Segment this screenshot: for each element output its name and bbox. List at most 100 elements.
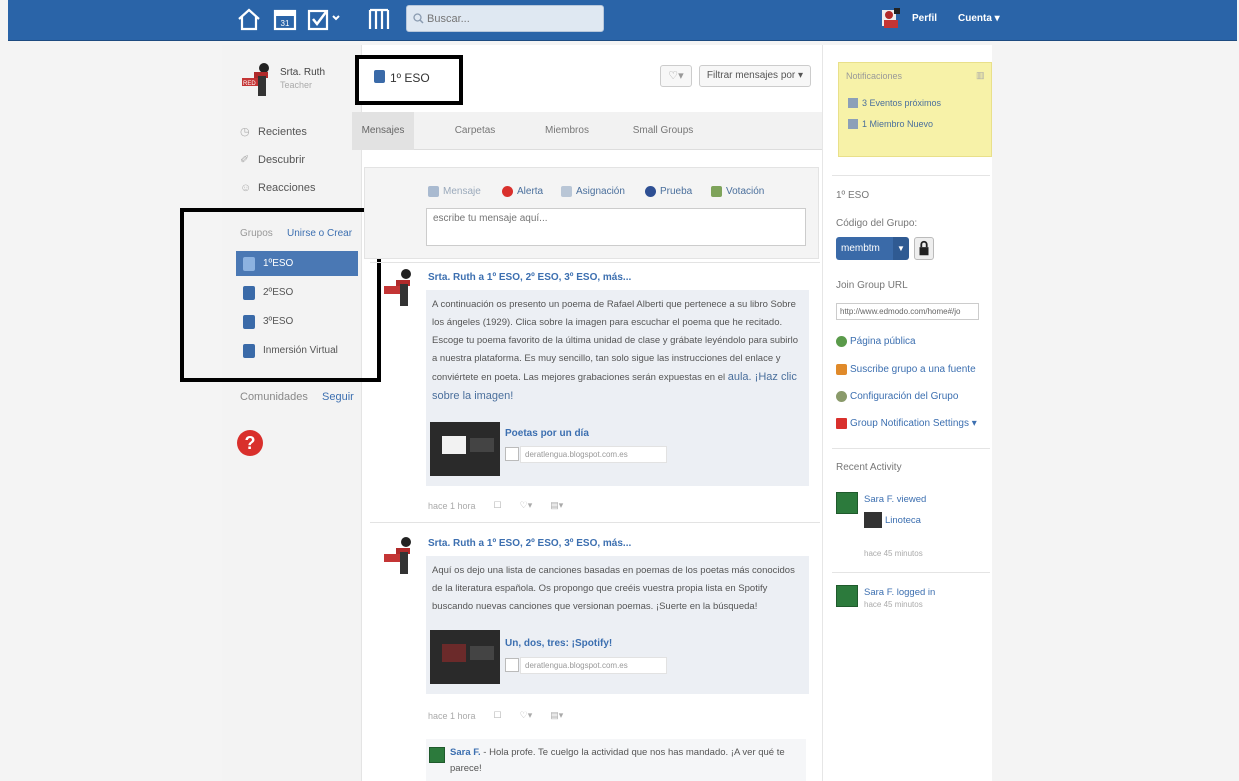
link-title[interactable]: Poetas por un día — [505, 428, 589, 439]
user-avatar-icon[interactable] — [880, 6, 904, 32]
reply-body: - Hola profe. Te cuelgo la actividad que… — [450, 747, 785, 774]
type-label: Alerta — [517, 186, 544, 197]
thumbnail-image — [470, 438, 494, 452]
svg-text:31: 31 — [281, 19, 290, 28]
user-name[interactable]: Srta. Ruth — [280, 67, 325, 78]
post-actions: hace 1 hora ☐ ♡▾ ▤▾ — [428, 500, 563, 511]
reactions-icon: ☺ — [240, 182, 252, 194]
svg-text:RED: RED — [243, 81, 256, 87]
tab-miembros[interactable]: Miembros — [532, 112, 602, 150]
quiz-icon — [645, 186, 656, 197]
tools-icon — [836, 418, 847, 429]
link-source-icon — [505, 447, 519, 461]
help-icon[interactable]: ? — [237, 430, 263, 456]
gear-icon — [836, 391, 847, 402]
link-thumbnail[interactable] — [430, 422, 500, 476]
author-logo — [384, 269, 411, 306]
thumbnail-image — [442, 436, 466, 454]
reply-author[interactable]: Sara F. — [450, 747, 481, 758]
type-mensaje[interactable]: Mensaje — [428, 186, 481, 197]
members-icon — [848, 119, 858, 129]
globe-icon — [836, 336, 847, 347]
group-settings-link[interactable]: Configuración del Grupo — [836, 391, 958, 402]
library-icon[interactable] — [366, 6, 392, 32]
reply-text: Sara F. - Hola profe. Te cuelgo la activ… — [450, 745, 795, 777]
recent-activity-heading: Recent Activity — [836, 462, 902, 473]
notification-events[interactable]: 3 Eventos próximos — [848, 98, 941, 108]
divider — [370, 262, 820, 263]
reply-icon[interactable]: ☐ — [494, 710, 502, 721]
lock-icon[interactable] — [914, 237, 934, 260]
tab-mensajes[interactable]: Mensajes — [352, 112, 414, 150]
progress-check-icon[interactable] — [306, 6, 342, 32]
activity-text[interactable]: Sara F. viewed — [864, 494, 926, 505]
activity-avatar[interactable] — [836, 492, 858, 514]
group-icon — [374, 70, 385, 83]
type-alerta[interactable]: Alerta — [502, 186, 543, 197]
activity-text[interactable]: Sara F. logged in — [864, 587, 935, 598]
nav-reacciones[interactable]: ☺ Reacciones — [240, 182, 315, 194]
notification-settings-link[interactable]: Group Notification Settings ▾ — [836, 418, 977, 429]
author-logo — [384, 537, 411, 574]
post-author[interactable]: Srta. Ruth a 1º ESO, 2º ESO, 3º ESO, más… — [428, 538, 631, 549]
subscribe-link[interactable]: Suscribe grupo a una fuente — [836, 364, 976, 375]
calendar-icon[interactable]: 31 — [272, 6, 298, 32]
reply-icon[interactable]: ☐ — [494, 500, 502, 511]
join-url-field[interactable] — [836, 303, 979, 320]
activity-time: hace 45 minutos — [864, 549, 923, 558]
user-logo: RED — [242, 63, 269, 96]
linoteca-icon — [864, 512, 882, 528]
join-url-label: Join Group URL — [836, 280, 908, 291]
page-title: 1º ESO — [390, 71, 430, 85]
calendar-icon — [848, 98, 858, 108]
link-domain[interactable]: deratlengua.blogspot.com.es — [520, 446, 667, 463]
search-box[interactable] — [406, 5, 604, 32]
divider — [370, 522, 820, 523]
rss-icon — [836, 364, 847, 375]
type-label: Mensaje — [443, 186, 481, 197]
link-label: Group Notification Settings ▾ — [850, 418, 977, 429]
follow-link[interactable]: Seguir — [322, 391, 354, 403]
nav-descubrir[interactable]: ✐ Descubrir — [240, 154, 305, 166]
chevron-down-icon[interactable]: ▼ — [893, 237, 909, 260]
tab-small-groups[interactable]: Small Groups — [618, 112, 708, 150]
public-page-link[interactable]: Página pública — [836, 336, 916, 347]
activity-avatar[interactable] — [836, 585, 858, 607]
top-navbar: 31 Perfil Cuenta ▾ — [8, 0, 1237, 41]
type-label: Prueba — [660, 186, 693, 197]
post-text: Aquí os dejo una lista de canciones basa… — [432, 565, 795, 612]
tag-filter-button[interactable]: ♡▾ — [660, 65, 692, 87]
group-code-button[interactable]: membtm — [836, 237, 898, 260]
user-role: Teacher — [280, 80, 313, 90]
tab-carpetas[interactable]: Carpetas — [440, 112, 510, 150]
group-tabs: Mensajes Carpetas Miembros Small Groups — [352, 112, 822, 150]
notification-members[interactable]: 1 Miembro Nuevo — [848, 119, 933, 129]
tag-icon[interactable]: ♡▾ — [520, 710, 533, 721]
filter-messages-button[interactable]: Filtrar mensajes por ▾ — [699, 65, 811, 87]
thumbnail-image — [442, 644, 466, 662]
message-input[interactable] — [426, 208, 806, 246]
nav-recientes[interactable]: ◷ Recientes — [240, 126, 307, 138]
type-prueba[interactable]: Prueba — [645, 186, 692, 197]
link-title[interactable]: Un, dos, tres: ¡Spotify! — [505, 638, 612, 649]
link-thumbnail[interactable] — [430, 630, 500, 684]
notification-label: 1 Miembro Nuevo — [862, 119, 934, 129]
type-asignacion[interactable]: Asignación — [561, 186, 625, 197]
more-icon[interactable]: ▤▾ — [550, 500, 563, 511]
reply-avatar[interactable] — [429, 747, 445, 763]
account-menu[interactable]: Cuenta ▾ — [958, 13, 1000, 24]
post-author[interactable]: Srta. Ruth a 1º ESO, 2º ESO, 3º ESO, más… — [428, 272, 631, 283]
type-votacion[interactable]: Votación — [711, 186, 764, 197]
activity-item[interactable]: Linoteca — [885, 515, 921, 526]
close-icon[interactable]: ▥ — [976, 70, 985, 81]
post-time: hace 1 hora — [428, 500, 476, 511]
post-time: hace 1 hora — [428, 710, 476, 721]
search-input[interactable] — [427, 10, 597, 28]
link-domain[interactable]: deratlengua.blogspot.com.es — [520, 657, 667, 674]
profile-link[interactable]: Perfil — [912, 13, 937, 24]
divider — [832, 175, 990, 176]
link-label: Suscribe grupo a una fuente — [850, 364, 976, 375]
more-icon[interactable]: ▤▾ — [550, 710, 563, 721]
home-icon[interactable] — [236, 6, 262, 32]
tag-icon[interactable]: ♡▾ — [520, 500, 533, 511]
